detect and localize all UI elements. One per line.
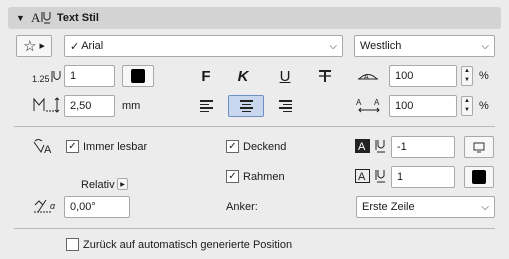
- char-spacing-input[interactable]: 100: [389, 95, 457, 117]
- svg-text:A: A: [44, 144, 52, 156]
- text-color-button[interactable]: [122, 65, 154, 87]
- checkbox-box: [66, 238, 79, 251]
- chevron-down-icon: ⌵: [329, 40, 337, 52]
- align-right-icon: [278, 100, 292, 112]
- line-spacing-icon: A: [356, 68, 380, 84]
- strikethrough-icon: [319, 70, 331, 82]
- frame-checkbox[interactable]: ✓ Rahmen: [226, 170, 285, 183]
- svg-text:A: A: [358, 141, 366, 153]
- opaque-pen-input[interactable]: -1: [391, 136, 455, 158]
- strikethrough-button[interactable]: [310, 65, 340, 87]
- text-width-icon: [32, 96, 62, 114]
- angle-input[interactable]: 0,00°: [64, 196, 130, 218]
- svg-text:α: α: [50, 201, 56, 211]
- align-left-button[interactable]: [191, 95, 221, 117]
- svg-text:1.25: 1.25: [32, 74, 50, 84]
- percent-unit: %: [479, 70, 489, 82]
- panel-title: Text Stil: [56, 12, 99, 24]
- underline-button[interactable]: U: [270, 65, 300, 87]
- anchor-select[interactable]: Erste Zeile ⌵: [356, 196, 495, 218]
- divider: [14, 126, 495, 127]
- frame-color-button[interactable]: [464, 166, 494, 188]
- divider: [14, 228, 495, 229]
- pen-monitor-button[interactable]: [464, 136, 494, 158]
- char-spacing-stepper[interactable]: ▲ ▼: [461, 96, 473, 116]
- text-width-input[interactable]: 2,50: [64, 95, 115, 117]
- reset-position-checkbox[interactable]: Zurück auf automatisch generierte Positi…: [66, 238, 292, 251]
- always-readable-checkbox[interactable]: ✓ Immer lesbar: [66, 140, 147, 153]
- font-select[interactable]: ✓ Arial ⌵: [64, 35, 343, 57]
- panel-header[interactable]: ▼ A Text Stil: [8, 7, 501, 29]
- font-name: Arial: [81, 40, 104, 52]
- width-unit: mm: [122, 100, 141, 112]
- svg-text:A: A: [31, 10, 41, 24]
- color-swatch: [131, 69, 145, 83]
- rotation-angle-icon: α: [32, 196, 60, 216]
- favorites-button[interactable]: ☆ ▶: [16, 35, 52, 57]
- color-swatch: [472, 170, 486, 184]
- svg-text:A: A: [374, 98, 380, 107]
- svg-text:A: A: [356, 98, 362, 107]
- text-style-icon: A: [31, 10, 51, 27]
- anchor-label: Anker:: [226, 201, 258, 213]
- svg-text:A: A: [358, 171, 366, 183]
- opaque-checkbox[interactable]: ✓ Deckend: [226, 140, 286, 153]
- bold-button[interactable]: F: [191, 65, 221, 87]
- text-size-input[interactable]: 1: [64, 65, 115, 87]
- opaque-pen-icon: A: [355, 138, 389, 154]
- play-arrow-icon: ▶: [39, 43, 45, 50]
- checkbox-check: ✓: [66, 140, 79, 153]
- align-center-button[interactable]: [228, 95, 264, 117]
- checkbox-check: ✓: [226, 170, 239, 183]
- svg-text:A: A: [364, 74, 369, 81]
- collapse-triangle-icon[interactable]: ▼: [16, 13, 25, 23]
- relative-menu-button[interactable]: ▶: [117, 178, 128, 190]
- percent-unit-2: %: [479, 100, 489, 112]
- line-spacing-input[interactable]: 100: [389, 65, 457, 87]
- encoding-select[interactable]: Westlich ⌵: [354, 35, 495, 57]
- char-spacing-icon: AA: [356, 96, 382, 114]
- align-center-icon: [239, 100, 253, 112]
- frame-pen-input[interactable]: 1: [391, 166, 455, 188]
- chevron-down-icon: ⌵: [481, 201, 489, 213]
- text-size-icon: 1.25: [32, 67, 62, 85]
- line-spacing-stepper[interactable]: ▲ ▼: [461, 66, 473, 86]
- check-icon: ✓: [70, 40, 80, 53]
- frame-pen-icon: A: [355, 168, 389, 184]
- encoding-value: Westlich: [360, 40, 402, 52]
- align-right-button[interactable]: [270, 95, 300, 117]
- readable-text-icon: A: [32, 138, 58, 156]
- chevron-down-icon: ⌵: [481, 40, 489, 52]
- relative-label: Relativ: [81, 179, 115, 191]
- monitor-icon: [473, 142, 485, 152]
- align-left-icon: [199, 100, 213, 112]
- star-icon: ☆: [23, 38, 37, 55]
- italic-button[interactable]: K: [228, 65, 258, 87]
- checkbox-check: ✓: [226, 140, 239, 153]
